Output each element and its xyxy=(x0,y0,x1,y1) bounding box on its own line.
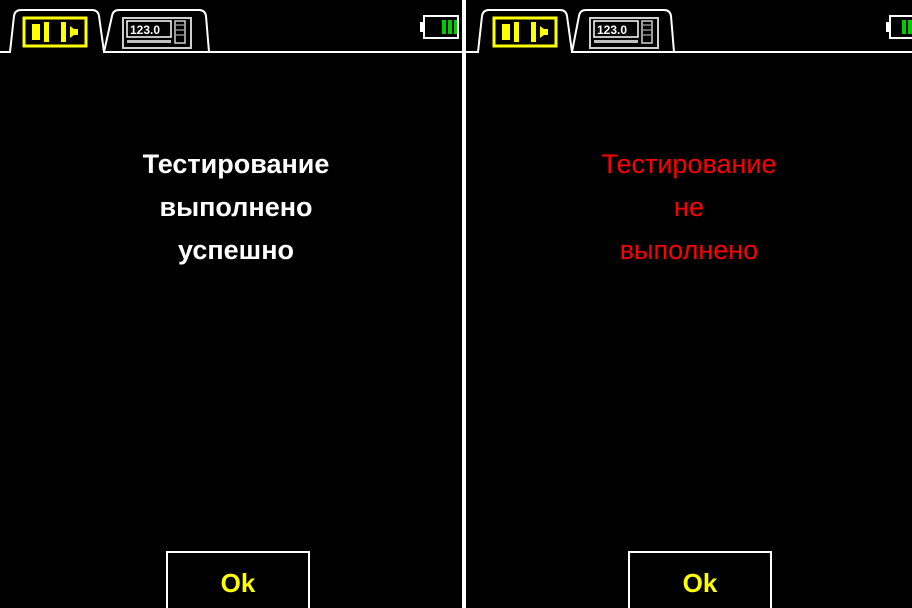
status-message: Тестирование не выполнено xyxy=(466,143,912,272)
battery-icon xyxy=(420,15,459,39)
header-bar: 123.0 xyxy=(466,9,912,53)
ok-button[interactable]: Ok xyxy=(166,551,310,608)
status-message-line: не xyxy=(674,192,704,222)
numeric-display-icon[interactable]: 123.0 xyxy=(122,17,192,49)
status-message-line: Тестирование xyxy=(142,149,330,179)
ok-button[interactable]: Ok xyxy=(628,551,772,608)
header-bar: 123.0 xyxy=(0,9,462,53)
status-message-line: успешно xyxy=(178,235,294,265)
svg-text:123.0: 123.0 xyxy=(597,23,627,37)
align-gap-icon[interactable] xyxy=(22,16,88,48)
status-message-line: Тестирование xyxy=(601,149,777,179)
status-message-line: выполнено xyxy=(159,192,313,222)
dual-screen-stage: 123.0 Тестирование выполнено успешно Ok xyxy=(0,0,912,608)
align-gap-icon[interactable] xyxy=(492,16,558,48)
failure-screen: 123.0 Тестирование не выполнено Ok xyxy=(466,0,912,608)
battery-icon xyxy=(886,15,912,39)
svg-text:123.0: 123.0 xyxy=(130,23,160,37)
status-message-line: выполнено xyxy=(619,235,759,265)
numeric-display-icon[interactable]: 123.0 xyxy=(589,17,659,49)
success-screen: 123.0 Тестирование выполнено успешно Ok xyxy=(0,0,462,608)
status-message: Тестирование выполнено успешно xyxy=(0,143,462,272)
